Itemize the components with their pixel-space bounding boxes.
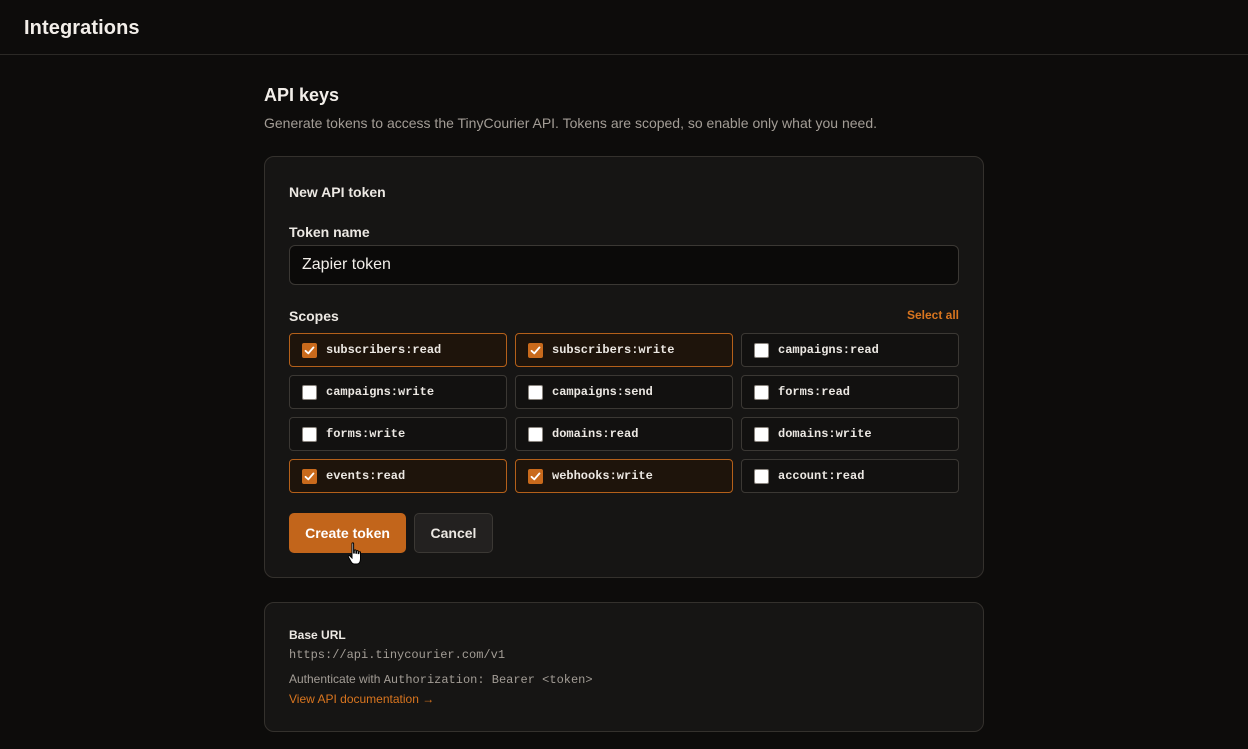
scope-option[interactable]: account:read: [741, 459, 959, 493]
cancel-button[interactable]: Cancel: [414, 513, 493, 553]
auth-prefix: Authenticate with: [289, 672, 381, 686]
scope-label: domains:write: [778, 427, 872, 441]
scope-option[interactable]: subscribers:write: [515, 333, 733, 367]
top-bar: Integrations: [0, 0, 1248, 55]
checkbox[interactable]: [754, 342, 769, 358]
section-description: Generate tokens to access the TinyCourie…: [264, 115, 877, 131]
scope-label: campaigns:send: [552, 385, 653, 399]
checkbox[interactable]: [302, 426, 317, 442]
scope-option[interactable]: forms:read: [741, 375, 959, 409]
checkbox[interactable]: [302, 468, 317, 484]
scope-label: campaigns:write: [326, 385, 435, 399]
scope-option[interactable]: subscribers:read: [289, 333, 507, 367]
scope-option[interactable]: campaigns:write: [289, 375, 507, 409]
scope-label: forms:write: [326, 427, 406, 441]
checkbox[interactable]: [754, 384, 769, 400]
checkbox[interactable]: [528, 426, 543, 442]
scope-option[interactable]: campaigns:send: [515, 375, 733, 409]
checkbox[interactable]: [528, 342, 543, 358]
scope-label: account:read: [778, 469, 865, 483]
scope-option[interactable]: events:read: [289, 459, 507, 493]
api-docs-link[interactable]: View API documentation →: [289, 692, 434, 706]
checkbox[interactable]: [528, 468, 543, 484]
checkbox[interactable]: [754, 426, 769, 442]
checkbox[interactable]: [754, 468, 769, 484]
scope-grid: subscribers:read subscribers:write campa…: [289, 333, 959, 493]
check-icon: [530, 346, 541, 354]
base-url-card: Base URL https://api.tinycourier.com/v1 …: [264, 602, 984, 732]
select-all-link[interactable]: Select all: [907, 308, 959, 322]
scope-label: webhooks:write: [552, 469, 653, 483]
checkbox[interactable]: [528, 384, 543, 400]
scope-option[interactable]: forms:write: [289, 417, 507, 451]
auth-header-code: Authorization: Bearer <token>: [383, 673, 593, 687]
new-token-card: New API token Token name Scopes Select a…: [264, 156, 984, 578]
check-icon: [304, 472, 315, 480]
base-url-value: https://api.tinycourier.com/v1: [289, 648, 506, 662]
check-icon: [530, 472, 541, 480]
scopes-label: Scopes: [289, 308, 339, 324]
checkbox[interactable]: [302, 384, 317, 400]
scope-label: subscribers:read: [326, 343, 442, 357]
token-name-input[interactable]: [289, 245, 959, 285]
token-name-label: Token name: [289, 224, 370, 240]
section-title: API keys: [264, 85, 340, 105]
page-title: Integrations: [24, 17, 140, 39]
scope-label: events:read: [326, 469, 406, 483]
create-token-button[interactable]: Create token: [289, 513, 406, 553]
base-url-title: Base URL: [289, 628, 346, 642]
scope-label: forms:read: [778, 385, 851, 399]
scope-option[interactable]: domains:write: [741, 417, 959, 451]
card-title: New API token: [289, 184, 386, 200]
scope-option[interactable]: domains:read: [515, 417, 733, 451]
scope-label: domains:read: [552, 427, 639, 441]
scope-option[interactable]: campaigns:read: [741, 333, 959, 367]
auth-instructions: Authenticate with Authorization: Bearer …: [289, 672, 593, 687]
scope-label: campaigns:read: [778, 343, 879, 357]
scope-option[interactable]: webhooks:write: [515, 459, 733, 493]
checkbox[interactable]: [302, 342, 317, 358]
scope-label: subscribers:write: [552, 343, 675, 357]
check-icon: [304, 346, 315, 354]
